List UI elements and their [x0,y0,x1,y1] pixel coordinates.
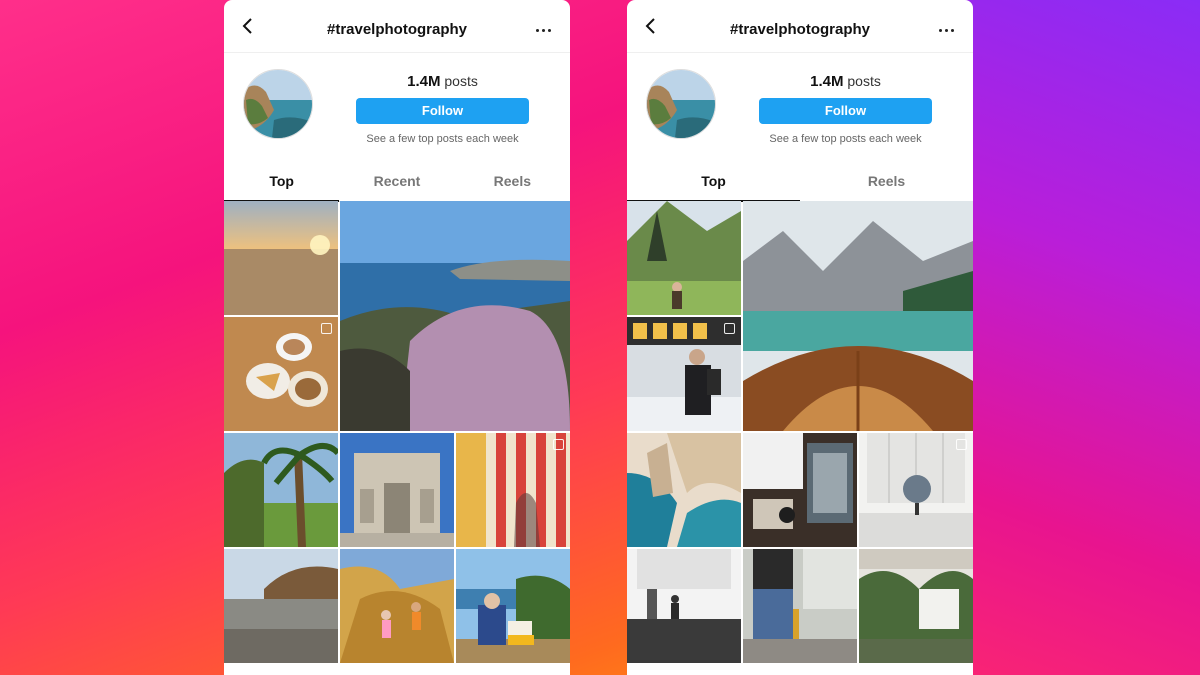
post-grid [627,201,973,675]
post-thumbnail[interactable] [743,433,857,547]
post-thumbnail[interactable] [743,201,973,431]
post-thumbnail[interactable] [627,201,741,315]
follow-subtext: See a few top posts each week [769,133,922,145]
post-thumbnail[interactable] [859,549,973,663]
posts-count: 1.4M posts [356,73,529,90]
post-thumbnail[interactable] [340,549,454,663]
more-options-icon[interactable] [939,29,957,33]
hashtag-profile: 1.4M posts Follow See a few top posts ea… [224,53,570,161]
post-thumbnail[interactable] [456,433,570,547]
hashtag-profile: 1.4M posts Follow See a few top posts ea… [627,53,973,161]
posts-number: 1.4M [407,73,441,90]
multiple-photos-icon [724,323,735,334]
follow-subtext: See a few top posts each week [366,133,519,145]
tab-bar: Top Recent Reels [224,161,570,202]
post-thumbnail[interactable] [627,549,741,663]
hashtag-screen-left: #travelphotography 1.4M posts Follow See… [224,0,570,675]
hashtag-title: #travelphotography [326,21,468,38]
posts-word: posts [847,73,881,89]
post-thumbnail[interactable] [627,433,741,547]
hashtag-title: #travelphotography [729,21,871,38]
post-thumbnail[interactable] [627,317,741,431]
post-thumbnail[interactable] [340,433,454,547]
tab-top[interactable]: Top [224,161,340,202]
posts-word: posts [444,73,478,89]
more-options-icon[interactable] [536,29,554,33]
tab-reels[interactable]: Reels [455,161,570,201]
tab-recent[interactable]: Recent [339,161,454,201]
post-thumbnail[interactable] [224,317,338,431]
follow-button[interactable]: Follow [759,98,932,124]
post-grid [224,201,570,675]
avatar [243,69,313,139]
post-thumbnail[interactable] [224,433,338,547]
post-thumbnail[interactable] [456,549,570,663]
post-thumbnail[interactable] [224,549,338,663]
tab-bar: Top Reels [627,161,973,202]
avatar [646,69,716,139]
tab-reels[interactable]: Reels [800,161,973,201]
posts-number: 1.4M [810,73,844,90]
posts-count: 1.4M posts [759,73,932,90]
post-thumbnail[interactable] [859,433,973,547]
multiple-photos-icon [321,323,332,334]
follow-button[interactable]: Follow [356,98,529,124]
multiple-photos-icon [553,439,564,450]
post-thumbnail[interactable] [340,201,570,431]
top-bar: #travelphotography [224,0,570,53]
top-bar: #travelphotography [627,0,973,53]
post-thumbnail[interactable] [224,201,338,315]
hashtag-screen-right: #travelphotography 1.4M posts Follow See… [627,0,973,675]
tab-top[interactable]: Top [627,161,800,202]
post-thumbnail[interactable] [743,549,857,663]
multiple-photos-icon [956,439,967,450]
